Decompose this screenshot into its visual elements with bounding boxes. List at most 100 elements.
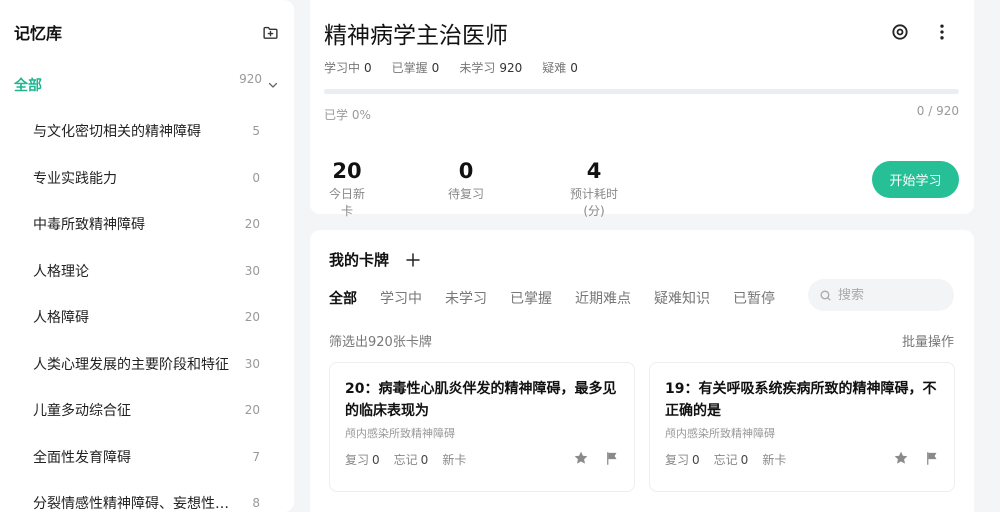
deck-stat-value: 0 — [431, 61, 440, 75]
sidebar-all-label: 全部 — [14, 78, 42, 94]
start-learning-button[interactable]: 开始学习 — [872, 161, 959, 198]
flashcard[interactable]: 19：有关呼吸系统疾病所致的精神障碍，不正确的是 颅内感染所致精神障碍 复习 0 … — [649, 362, 955, 492]
sidebar-item[interactable]: 与文化密切相关的精神障碍 5 — [0, 108, 294, 155]
deck-stat-label: 未学习 — [459, 61, 496, 75]
metric-label: 待复习 — [448, 187, 485, 201]
metric-new-cards: 20 今日新卡 — [324, 158, 370, 219]
star-icon[interactable] — [892, 449, 910, 467]
flag-icon[interactable] — [922, 449, 940, 467]
sidebar-item-label: 儿童多动综合征 — [33, 403, 131, 420]
forget-value: 0 — [740, 453, 749, 467]
deck-stat: 已掌握 0 — [392, 59, 440, 76]
forget-label: 忘记 — [393, 453, 418, 467]
learned-ratio: 0 / 920 — [916, 104, 959, 118]
flag-icon[interactable] — [602, 449, 620, 467]
sidebar-item-label: 与文化密切相关的精神障碍 — [33, 124, 201, 141]
chevron-down-icon[interactable] — [266, 78, 280, 92]
plus-icon[interactable] — [403, 250, 423, 270]
sidebar-item-count: 20 — [244, 310, 260, 325]
deck-stat: 学习中 0 — [324, 59, 372, 76]
sidebar-item-count: 5 — [252, 124, 260, 139]
sidebar-item[interactable]: 人格障碍 20 — [0, 294, 294, 341]
sidebar-header: 记忆库 — [14, 20, 280, 44]
deck-stat: 疑难 0 — [542, 59, 578, 76]
metric-estimated-time: 4 预计耗时(分) — [561, 158, 627, 219]
card-review: 复习 0 — [345, 451, 380, 468]
sidebar-item-label: 人格理论 — [33, 263, 89, 280]
card-status: 新卡 — [762, 453, 787, 467]
metric-value: 0 — [458, 159, 474, 183]
card-question: 19：有关呼吸系统疾病所致的精神障碍，不正确的是 — [665, 381, 937, 419]
sidebar-item-label: 分裂情感性精神障碍、妄想性… — [33, 496, 229, 512]
cards-panel-title: 我的卡牌 — [329, 251, 390, 269]
card-filter-tab[interactable]: 疑难知识 — [654, 288, 710, 308]
deck-stat-label: 学习中 — [324, 61, 361, 75]
forget-value: 0 — [420, 453, 429, 467]
deck-stats: 学习中 0 已掌握 0 未学习 920 疑难 0 — [324, 59, 578, 76]
sidebar-item[interactable]: 人类心理发展的主要阶段和特征 30 — [0, 341, 294, 388]
sidebar-item-label: 人类心理发展的主要阶段和特征 — [33, 356, 229, 373]
card-filter-tab[interactable]: 学习中 — [380, 288, 422, 308]
card-forget: 忘记 0 — [394, 451, 429, 468]
sidebar-title: 记忆库 — [14, 24, 63, 43]
search-icon — [819, 289, 832, 302]
sidebar-item[interactable]: 全面性发育障碍 7 — [0, 434, 294, 481]
filter-summary: 筛选出920张卡牌 — [329, 335, 432, 350]
metric-label: 今日新卡 — [328, 187, 365, 218]
card-filter-tab[interactable]: 全部 — [329, 288, 357, 308]
sidebar-item[interactable]: 专业实践能力 0 — [0, 155, 294, 202]
target-icon[interactable] — [888, 20, 912, 44]
more-vertical-icon[interactable] — [930, 20, 954, 44]
sidebar-item-count: 0 — [252, 170, 260, 185]
card-category: 颅内感染所致精神障碍 — [345, 427, 455, 440]
sidebar-item-count: 20 — [244, 217, 260, 232]
deck-overview-card: 精神病学主治医师 学习中 0 已掌握 0 未学习 920 疑难 0 已学 0% 0 / 920… — [310, 0, 974, 218]
card-question: 20：病毒性心肌炎伴发的精神障碍，最多见的临床表现为 — [345, 381, 617, 419]
review-label: 复习 — [345, 453, 370, 467]
sidebar-item[interactable]: 儿童多动综合征 20 — [0, 387, 294, 434]
folder-add-icon[interactable] — [260, 22, 280, 42]
card-forget: 忘记 0 — [714, 451, 749, 468]
review-value: 0 — [692, 453, 700, 467]
sidebar-all-count: 920 — [239, 72, 262, 86]
card-filter-tab[interactable]: 近期难点 — [575, 288, 631, 308]
cards-panel-header: 我的卡牌 — [329, 249, 423, 270]
card-review: 复习 0 — [665, 451, 700, 468]
card-filter-tabs: 全部 学习中 未学习 已掌握 近期难点 疑难知识 已暂停 — [329, 288, 775, 308]
star-icon[interactable] — [572, 449, 590, 467]
sidebar-item[interactable]: 人格理论 30 — [0, 248, 294, 295]
deck-stat-value: 920 — [499, 61, 523, 75]
card-meta: 复习 0 忘记 0 新卡 — [345, 451, 466, 468]
review-value: 0 — [372, 453, 380, 467]
card-filter-tab[interactable]: 未学习 — [445, 288, 487, 308]
search-box[interactable] — [808, 279, 954, 311]
metric-value: 4 — [586, 159, 602, 183]
sidebar-item-count: 30 — [244, 356, 260, 371]
flashcard[interactable]: 20：病毒性心肌炎伴发的精神障碍，最多见的临床表现为 颅内感染所致精神障碍 复习… — [329, 362, 635, 492]
sidebar-item-label: 中毒所致精神障碍 — [33, 217, 145, 234]
sidebar-item-count: 20 — [244, 403, 260, 418]
metric-due-review: 0 待复习 — [448, 158, 484, 202]
batch-operation-button[interactable]: 批量操作 — [902, 331, 954, 350]
deck-title: 精神病学主治医师 — [324, 23, 508, 49]
deck-stat-value: 0 — [570, 61, 578, 75]
deck-stat-value: 0 — [364, 61, 372, 75]
learned-percent: 已学 0% — [324, 108, 371, 122]
card-meta: 复习 0 忘记 0 新卡 — [665, 451, 786, 468]
card-actions — [892, 449, 940, 467]
metric-label: 预计耗时(分) — [569, 187, 618, 218]
deck-actions — [888, 20, 954, 44]
search-input[interactable] — [838, 287, 938, 303]
sidebar-item[interactable]: 中毒所致精神障碍 20 — [0, 201, 294, 248]
sidebar-item-all[interactable]: 全部 920 — [14, 72, 280, 98]
sidebar-list: 与文化密切相关的精神障碍 5 专业实践能力 0 中毒所致精神障碍 20 人格理论 30 人格障碍… — [0, 108, 294, 512]
my-cards-panel: 我的卡牌 全部 学习中 未学习 已掌握 近期难点 疑难知识 已暂停 筛选出920张卡牌 批量… — [310, 230, 974, 512]
sidebar-item-label: 专业实践能力 — [33, 170, 117, 187]
sidebar: 记忆库 全部 920 与文化密切相关的精神障碍 5 专业实践能力 0 中毒所致精神障碍 2… — [0, 0, 294, 512]
card-category: 颅内感染所致精神障碍 — [665, 427, 775, 440]
sidebar-item-count: 8 — [252, 496, 260, 511]
metric-value: 20 — [332, 159, 362, 183]
card-filter-tab[interactable]: 已暂停 — [733, 288, 775, 308]
sidebar-item[interactable]: 分裂情感性精神障碍、妄想性… 8 — [0, 480, 294, 512]
card-filter-tab[interactable]: 已掌握 — [510, 288, 552, 308]
